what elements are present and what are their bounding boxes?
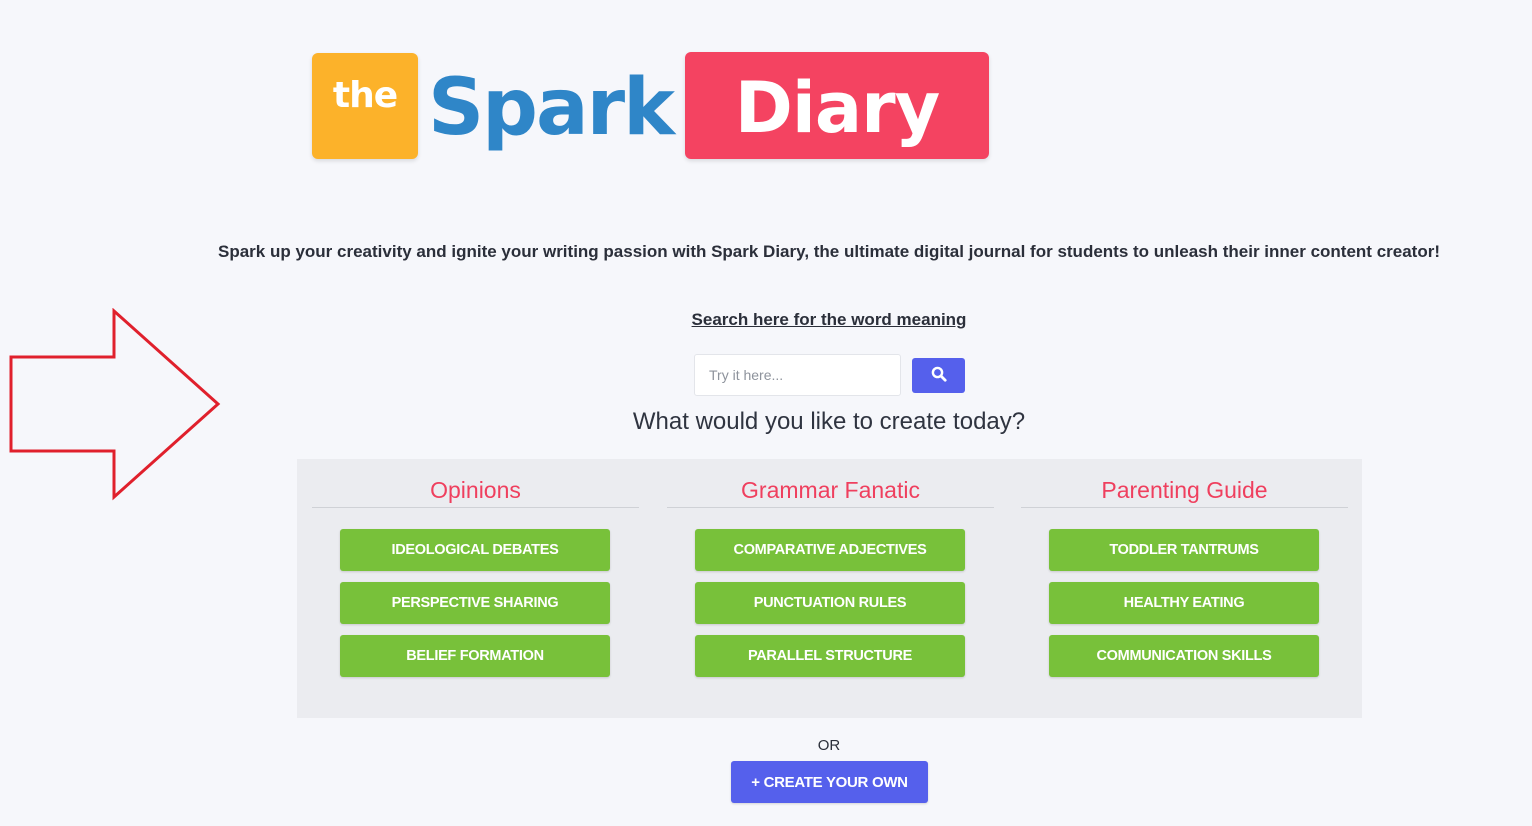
- logo-diary-block: Diary: [685, 52, 989, 159]
- topic-button[interactable]: COMPARATIVE ADJECTIVES: [695, 529, 965, 571]
- annotation-arrow-icon: [8, 307, 224, 507]
- create-your-own-button[interactable]: + CREATE YOUR OWN: [731, 761, 928, 803]
- category-grammar-fanatic: Grammar Fanatic COMPARATIVE ADJECTIVES P…: [667, 459, 994, 718]
- category-panel: Opinions IDEOLOGICAL DEBATES PERSPECTIVE…: [297, 459, 1362, 718]
- topic-button[interactable]: PERSPECTIVE SHARING: [340, 582, 610, 624]
- topic-button[interactable]: IDEOLOGICAL DEBATES: [340, 529, 610, 571]
- word-search-input[interactable]: [694, 354, 901, 396]
- search-button[interactable]: [912, 358, 965, 393]
- topic-button[interactable]: HEALTHY EATING: [1049, 582, 1319, 624]
- topic-button[interactable]: TODDLER TANTRUMS: [1049, 529, 1319, 571]
- topic-button[interactable]: PUNCTUATION RULES: [695, 582, 965, 624]
- logo-spark-text: Spark: [428, 63, 675, 153]
- category-parenting-guide: Parenting Guide TODDLER TANTRUMS HEALTHY…: [1021, 459, 1348, 718]
- or-separator: OR: [817, 737, 841, 754]
- logo-the-block: the: [312, 53, 418, 159]
- divider: [312, 507, 639, 508]
- topic-button[interactable]: BELIEF FORMATION: [340, 635, 610, 677]
- divider: [1021, 507, 1348, 508]
- topic-button[interactable]: COMMUNICATION SKILLS: [1049, 635, 1319, 677]
- word-meaning-search-link[interactable]: Search here for the word meaning: [0, 310, 1532, 330]
- category-opinions: Opinions IDEOLOGICAL DEBATES PERSPECTIVE…: [312, 459, 639, 718]
- create-prompt: What would you like to create today?: [632, 408, 1026, 435]
- category-title: Grammar Fanatic: [741, 477, 920, 503]
- page: the Spark Diary Spark up your creativity…: [0, 0, 1532, 826]
- category-title: Parenting Guide: [1101, 477, 1268, 503]
- search-icon: [931, 366, 947, 385]
- tagline: Spark up your creativity and ignite your…: [218, 242, 1440, 261]
- category-title: Opinions: [430, 477, 521, 503]
- divider: [667, 507, 994, 508]
- topic-button[interactable]: PARALLEL STRUCTURE: [695, 635, 965, 677]
